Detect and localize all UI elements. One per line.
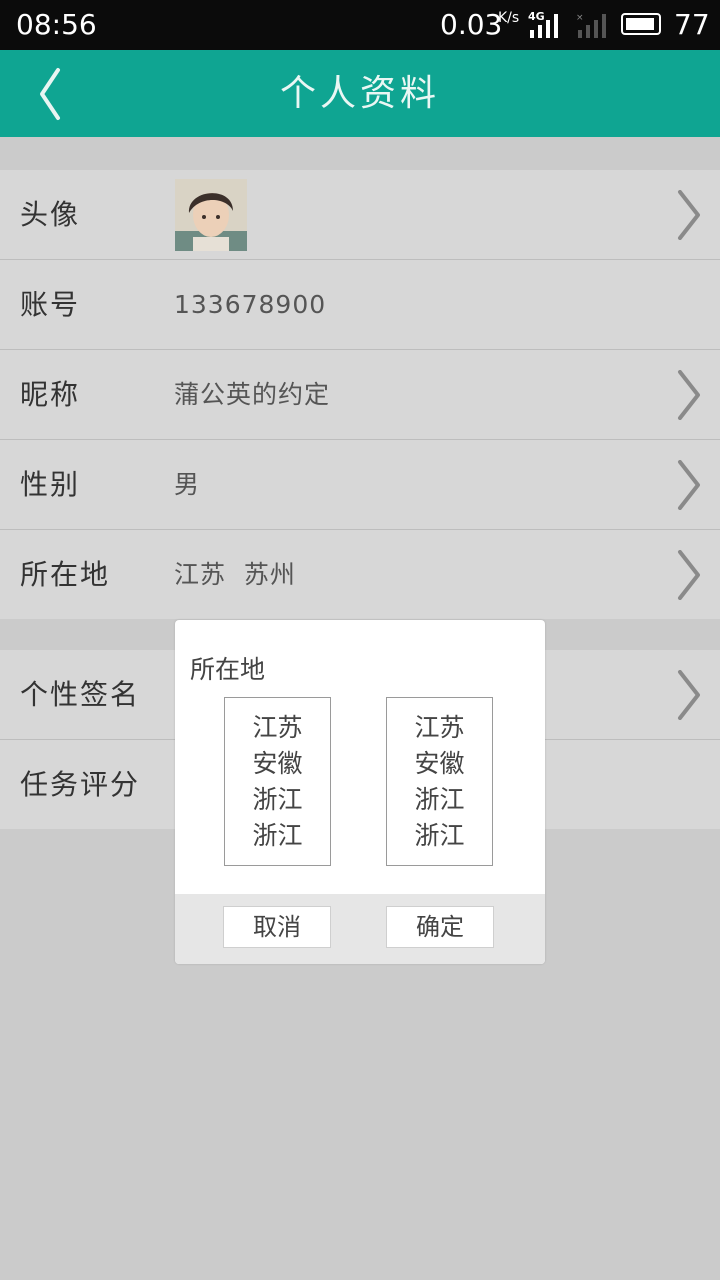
account-value: 133678900 bbox=[174, 290, 327, 319]
chevron-right-icon bbox=[678, 670, 700, 720]
province-option[interactable]: 安徽 bbox=[225, 746, 330, 782]
status-bar: 08:56 0.03 K/s 4G × 77 bbox=[0, 0, 720, 50]
city-option[interactable]: 江苏 bbox=[387, 710, 492, 746]
province-option[interactable]: 浙江 bbox=[225, 818, 330, 854]
confirm-button[interactable]: 确定 bbox=[386, 906, 494, 948]
gender-row[interactable]: 性别 男 bbox=[0, 440, 720, 530]
signal-icon bbox=[530, 14, 558, 38]
avatar bbox=[175, 179, 247, 251]
battery-icon bbox=[621, 13, 661, 35]
gender-value: 男 bbox=[174, 470, 201, 499]
dialog-footer: 取消 确定 bbox=[175, 894, 545, 964]
signal-empty-icon: × bbox=[576, 14, 606, 38]
location-value: 江苏 苏州 bbox=[174, 560, 296, 589]
nickname-value: 蒲公英的约定 bbox=[174, 380, 331, 409]
city-option[interactable]: 安徽 bbox=[387, 746, 492, 782]
city-option[interactable]: 浙江 bbox=[387, 818, 492, 854]
chevron-right-icon bbox=[678, 460, 700, 510]
location-picker-dialog: 所在地 江苏 安徽 浙江 浙江 江苏 安徽 浙江 浙江 取消 确定 bbox=[175, 620, 545, 964]
page-title: 个人资料 bbox=[279, 73, 440, 114]
status-time: 08:56 bbox=[16, 8, 97, 41]
chevron-right-icon bbox=[678, 190, 700, 240]
location-label: 所在地 bbox=[20, 558, 111, 591]
gender-label: 性别 bbox=[20, 468, 81, 501]
battery-level: 77 bbox=[674, 8, 710, 41]
city-option[interactable]: 浙江 bbox=[387, 782, 492, 818]
city-picker[interactable]: 江苏 安徽 浙江 浙江 bbox=[386, 697, 493, 866]
avatar-row[interactable]: 头像 bbox=[0, 170, 720, 260]
location-row[interactable]: 所在地 江苏 苏州 bbox=[0, 530, 720, 619]
cancel-button[interactable]: 取消 bbox=[223, 906, 331, 948]
chevron-right-icon bbox=[678, 550, 700, 600]
rating-label: 任务评分 bbox=[20, 768, 141, 801]
chevron-right-icon bbox=[678, 370, 700, 420]
dialog-title: 所在地 bbox=[190, 655, 266, 684]
app-bar: 个人资料 bbox=[0, 50, 720, 137]
network-speed-unit: K/s bbox=[498, 10, 520, 26]
network-speed: 0.03 bbox=[440, 8, 503, 41]
account-row: 账号 133678900 bbox=[0, 260, 720, 350]
account-label: 账号 bbox=[20, 288, 81, 321]
province-picker[interactable]: 江苏 安徽 浙江 浙江 bbox=[224, 697, 331, 866]
province-option[interactable]: 浙江 bbox=[225, 782, 330, 818]
svg-text:×: × bbox=[576, 14, 584, 23]
profile-section-main: 头像 账号 133678900 昵称 蒲公英的约定 性别 男 所在地 江苏 苏州 bbox=[0, 170, 720, 619]
province-option[interactable]: 江苏 bbox=[225, 710, 330, 746]
nickname-row[interactable]: 昵称 蒲公英的约定 bbox=[0, 350, 720, 440]
signature-label: 个性签名 bbox=[20, 678, 141, 711]
avatar-label: 头像 bbox=[20, 198, 81, 231]
nickname-label: 昵称 bbox=[20, 378, 81, 411]
